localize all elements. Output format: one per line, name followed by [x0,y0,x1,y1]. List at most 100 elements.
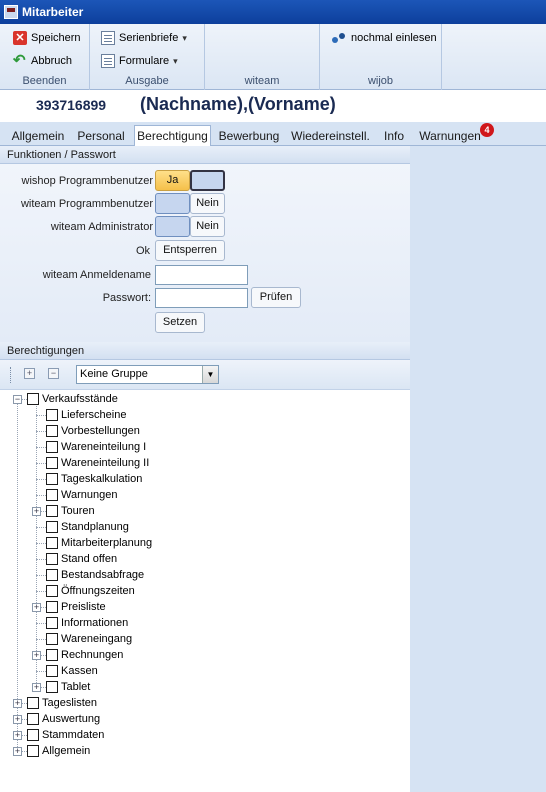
employee-number: 393716899 [36,97,107,113]
permission-checkbox[interactable] [46,489,58,501]
password-input[interactable] [155,288,248,308]
tree-item[interactable]: Lieferscheine [32,407,126,423]
permission-checkbox[interactable] [46,457,58,469]
permission-checkbox[interactable] [46,601,58,613]
tree-item[interactable]: + Stammdaten [13,727,104,743]
tab-info[interactable]: Info [379,126,409,146]
tree-item[interactable]: + Allgemein [13,743,90,759]
tree-item-label: Stand offen [61,553,118,565]
permission-checkbox[interactable] [46,537,58,549]
tree-item-label: Öffnungszeiten [61,585,135,597]
tab-allgemein[interactable]: Allgemein [7,126,69,146]
permission-checkbox[interactable] [27,393,39,405]
tree-item[interactable]: + Touren [32,503,95,519]
tree-item[interactable]: + Rechnungen [32,647,123,663]
collapse-all-icon[interactable]: − [48,368,59,379]
tree-item[interactable]: Wareneingang [32,631,132,647]
expand-icon[interactable]: + [13,698,22,708]
tree-item[interactable]: + Tablet [32,679,90,695]
permission-checkbox[interactable] [46,409,58,421]
permission-checkbox[interactable] [27,729,39,741]
expand-icon[interactable]: + [13,714,22,724]
permission-checkbox[interactable] [27,713,39,725]
check-password-button[interactable]: Prüfen [251,287,301,308]
expand-icon[interactable]: + [13,746,22,756]
tab-warnungen[interactable]: Warnungen 4 [417,123,494,146]
permission-checkbox[interactable] [46,617,58,629]
tab-berechtigung[interactable]: Berechtigung [134,125,211,146]
group-label-beenden: Beenden [22,75,67,87]
tab-bewerbung[interactable]: Bewerbung [216,126,282,146]
expand-icon[interactable]: + [32,650,41,660]
formulare-button[interactable]: Formulare ▾ [98,51,181,71]
tree-item[interactable]: Wareneinteilung II [32,455,149,471]
tree-item[interactable]: Öffnungszeiten [32,583,135,599]
set-password-button[interactable]: Setzen [155,312,205,333]
tab-personal[interactable]: Personal [73,126,129,146]
password-label: Passwort: [102,292,151,304]
tab-wiedereinstell[interactable]: Wiedereinstell. [289,126,372,146]
tree-item[interactable]: Tageskalkulation [32,471,142,487]
serienbriefe-button[interactable]: Serienbriefe ▾ [98,28,190,48]
permission-checkbox[interactable] [46,681,58,693]
document-icon [101,54,115,68]
reload-button[interactable]: nochmal einlesen [328,28,440,48]
tree-item[interactable]: + Tageslisten [13,695,97,711]
tree-item[interactable]: Warnungen [32,487,117,503]
tree-item[interactable]: Vorbestellungen [32,423,140,439]
permission-checkbox[interactable] [46,505,58,517]
expand-icon[interactable]: + [32,506,41,516]
unlock-button[interactable]: Entsperren [155,240,225,261]
close-x-icon: ✕ [13,31,27,45]
tree-item[interactable]: Bestandsabfrage [32,567,144,583]
permission-checkbox[interactable] [46,441,58,453]
permission-checkbox[interactable] [46,473,58,485]
permission-checkbox[interactable] [46,649,58,661]
permission-checkbox[interactable] [46,553,58,565]
permission-checkbox[interactable] [46,521,58,533]
expand-icon[interactable]: + [32,682,41,692]
ribbon-group-witeam: witeam [205,24,320,90]
tree-item-label: Tageskalkulation [61,473,143,485]
tree-item[interactable]: Stand offen [32,551,117,567]
tree-item[interactable]: Standplanung [32,519,129,535]
cancel-label: Abbruch [31,55,72,67]
tree-item-label: Tablet [61,681,91,693]
permission-checkbox[interactable] [46,425,58,437]
tree-item-label: Standplanung [61,521,129,533]
save-button[interactable]: ✕ Speichern [10,28,84,48]
tree-item-label: Kassen [61,665,98,677]
permission-checkbox[interactable] [27,697,39,709]
functions-area: wishop Programmbenutzer Ja witeam Progra… [0,164,410,342]
warning-count-badge: 4 [480,123,494,137]
chevron-down-icon: ▼ [202,366,218,383]
tree-item[interactable]: Informationen [32,615,128,631]
expand-icon[interactable]: + [13,730,22,740]
wishop-ja-button[interactable]: Ja [155,170,190,191]
permission-checkbox[interactable] [46,585,58,597]
permission-checkbox[interactable] [27,745,39,757]
witeam-nein-button[interactable]: Nein [190,193,225,214]
admin-nein-button[interactable]: Nein [190,216,225,237]
tree-item[interactable]: Wareneinteilung I [32,439,146,455]
tree-item[interactable]: Kassen [32,663,98,679]
expand-all-icon[interactable]: + [24,368,35,379]
tree-item[interactable]: + Preisliste [32,599,106,615]
tree-item[interactable]: − Verkaufsstände [13,391,118,407]
wishop-nein-button[interactable] [190,170,225,191]
tree-item-label: Lieferscheine [61,409,127,421]
collapse-icon[interactable]: − [13,394,22,404]
permission-checkbox[interactable] [46,569,58,581]
expand-icon[interactable]: + [32,602,41,612]
cancel-button[interactable]: ↶ Abbruch [10,51,75,71]
login-name-input[interactable] [155,265,248,285]
group-select[interactable]: Keine Gruppe ▼ [76,365,219,384]
tree-item[interactable]: + Auswertung [13,711,100,727]
permission-checkbox[interactable] [46,665,58,677]
ribbon-group-wijob: nochmal einlesen wijob [320,24,442,90]
permission-checkbox[interactable] [46,633,58,645]
tree-item[interactable]: Mitarbeiterplanung [32,535,152,551]
witeam-ja-button[interactable] [155,193,190,214]
ribbon-group-beenden: ✕ Speichern ↶ Abbruch Beenden [0,24,90,90]
admin-ja-button[interactable] [155,216,190,237]
